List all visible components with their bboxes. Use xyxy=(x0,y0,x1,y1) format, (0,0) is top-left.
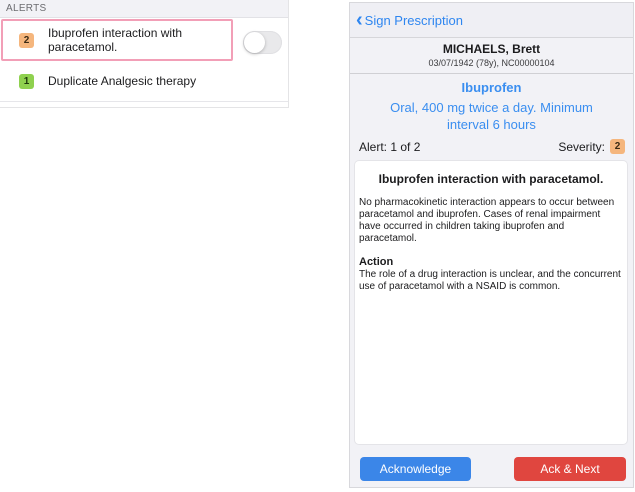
alerts-header: ALERTS xyxy=(0,0,288,18)
alert-status-line: Alert: 1 of 2 Severity: 2 xyxy=(359,139,625,154)
alert-detail-card: Ibuprofen interaction with paracetamol. … xyxy=(355,161,627,444)
divider xyxy=(350,73,633,74)
alert-detail-body: No pharmacokinetic interaction appears t… xyxy=(359,197,615,244)
alert-item-label: Ibuprofen interaction with paracetamol. xyxy=(48,26,183,54)
navigation-bar: ‹ Sign Prescription xyxy=(350,3,633,38)
alert-item-interaction[interactable]: 2 Ibuprofen interaction with paracetamol… xyxy=(1,19,233,61)
back-button[interactable]: ‹ Sign Prescription xyxy=(356,9,463,31)
drug-name: Ibuprofen xyxy=(461,80,522,95)
acknowledge-button[interactable]: Acknowledge xyxy=(360,457,471,481)
acknowledge-toggle[interactable] xyxy=(243,31,282,54)
severity-badge: 2 xyxy=(19,32,34,48)
patient-header: MICHAELS, Brett 03/07/1942 (78y), NC0000… xyxy=(350,42,633,68)
chevron-left-icon: ‹ xyxy=(356,9,363,31)
patient-details: 03/07/1942 (78y), NC00000104 xyxy=(428,58,555,68)
alerts-panel: ALERTS 2 Ibuprofen interaction with para… xyxy=(0,0,289,108)
severity-label: Severity: xyxy=(558,139,605,154)
drug-dose: Oral, 400 mg twice a day. Minimum interv… xyxy=(390,100,593,132)
severity-badge: 1 xyxy=(19,73,34,89)
sign-prescription-screen: ‹ Sign Prescription MICHAELS, Brett 03/0… xyxy=(349,2,634,488)
back-button-label: Sign Prescription xyxy=(364,12,463,28)
alert-position: Alert: 1 of 2 xyxy=(359,139,421,154)
severity-indicator: Severity: 2 xyxy=(558,139,625,154)
drug-summary: Ibuprofen Oral, 400 mg twice a day. Mini… xyxy=(350,80,633,133)
ack-next-button[interactable]: Ack & Next xyxy=(514,457,626,481)
action-body: The role of a drug interaction is unclea… xyxy=(359,269,621,292)
alert-detail-title: Ibuprofen interaction with paracetamol. xyxy=(378,172,604,186)
patient-name: MICHAELS, Brett xyxy=(442,42,541,56)
toggle-knob xyxy=(244,32,265,53)
alert-item-label: Duplicate Analgesic therapy xyxy=(48,74,197,88)
severity-badge: 2 xyxy=(610,139,625,154)
alert-item-duplicate[interactable]: 1 Duplicate Analgesic therapy xyxy=(0,61,288,102)
action-heading: Action xyxy=(359,256,394,268)
